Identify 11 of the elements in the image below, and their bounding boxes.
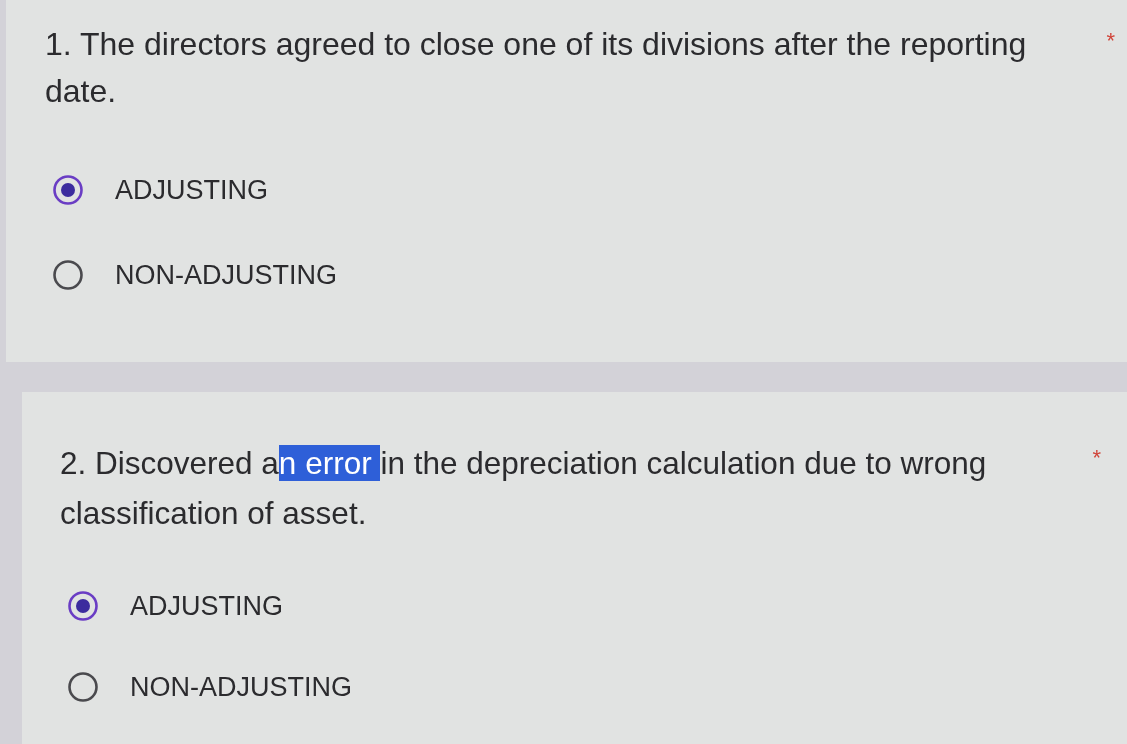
required-asterisk: * xyxy=(1106,27,1115,55)
option-label[interactable]: NON-ADJUSTING xyxy=(130,672,352,702)
option-label[interactable]: NON-ADJUSTING xyxy=(115,260,337,290)
radio-unchecked-icon[interactable] xyxy=(68,672,98,702)
radio-checked-icon[interactable] xyxy=(68,591,98,621)
radio-unchecked-icon[interactable] xyxy=(53,260,83,290)
required-asterisk: * xyxy=(1092,444,1101,472)
radio-checked-icon[interactable] xyxy=(53,175,83,205)
question-text: 1. The directors agreed to close one of its divisions after the reporting date. xyxy=(45,25,1028,111)
option-label[interactable]: ADJUSTING xyxy=(130,591,283,621)
option-label[interactable]: ADJUSTING xyxy=(115,175,268,205)
